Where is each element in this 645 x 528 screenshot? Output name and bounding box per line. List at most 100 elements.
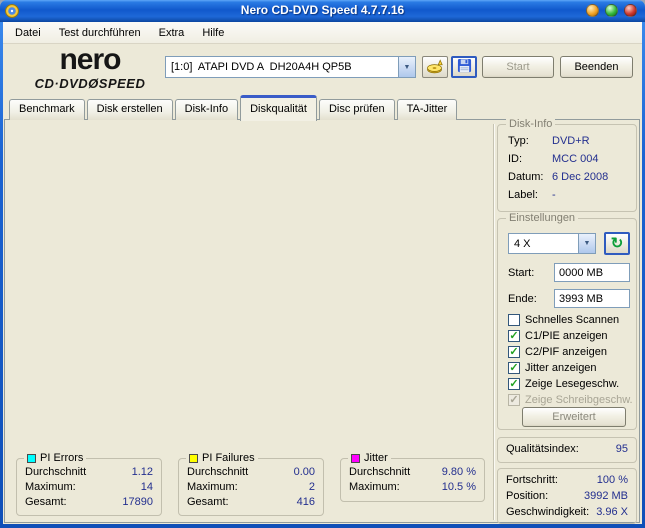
disk-type-label: Typ:	[508, 135, 529, 147]
nero-logo-wordmark: nero	[59, 43, 121, 76]
minimize-button[interactable]	[586, 4, 599, 17]
settings-title: Einstellungen	[506, 212, 579, 224]
stat-label: Gesamt:	[25, 496, 67, 508]
nero-logo: nero CD·DVDØSPEED	[15, 43, 165, 91]
speed-select[interactable]: 4 X ▼	[508, 233, 596, 254]
quality-index-box: Qualitätsindex: 95	[497, 437, 637, 463]
drive-select-value: [1:0] ATAPI DVD A DH20A4H QP5B	[171, 61, 352, 73]
menu-datei[interactable]: Datei	[6, 24, 50, 42]
tab-ta-jitter[interactable]: TA-Jitter	[396, 99, 458, 120]
chevron-down-icon[interactable]: ▼	[398, 57, 415, 77]
tab-strip: Benchmark Disk erstellen Disk-Info Diskq…	[9, 94, 459, 121]
stat-label: Maximum:	[187, 481, 238, 493]
stat-value: 9.80 %	[441, 466, 476, 478]
disk-date-value: 6 Dec 2008	[552, 171, 609, 183]
disk-label-value: -	[552, 189, 556, 201]
disk-id-value: MCC 004	[552, 153, 599, 165]
checkbox-box: ✓	[508, 378, 520, 390]
stat-label: Maximum:	[349, 481, 400, 493]
tab-diskqualitaet[interactable]: Diskqualität	[240, 95, 317, 121]
stat-value: 1.12	[131, 466, 153, 478]
menu-test-durchfuehren[interactable]: Test durchführen	[50, 24, 150, 42]
tab-disk-erstellen[interactable]: Disk erstellen	[86, 99, 173, 120]
tab-disc-pruefen[interactable]: Disc prüfen	[318, 99, 395, 120]
end-position-input[interactable]	[554, 289, 630, 308]
advanced-button[interactable]: Erweitert	[522, 407, 626, 427]
start-button[interactable]: Start	[482, 56, 554, 78]
stat-value: 17890	[122, 496, 153, 508]
settings-group: Einstellungen 4 X ▼ ↻ Start: Ende: Schne…	[497, 212, 637, 430]
maximize-button[interactable]	[605, 4, 618, 17]
quality-index-label: Qualitätsindex:	[506, 443, 579, 455]
stat-value: 10.5 %	[441, 481, 476, 493]
checkbox-c2-pif-anzeigen[interactable]: ✓ C2/PIF anzeigen	[508, 345, 607, 359]
disc-speed-icon: Ø	[88, 76, 99, 91]
jitter-stats-box: Jitter Durchschnitt 9.80 % Maximum: 10.5 %	[340, 452, 485, 502]
menu-hilfe[interactable]: Hilfe	[193, 24, 233, 42]
position-label: Position:	[506, 490, 549, 502]
stat-label: Durchschnitt	[349, 466, 411, 478]
quit-button[interactable]: Beenden	[560, 56, 633, 78]
close-button[interactable]	[624, 4, 637, 17]
start-position-input[interactable]	[554, 263, 630, 282]
speed-label: Geschwindigkeit:	[506, 506, 590, 518]
checkbox-box: ✓	[508, 330, 520, 342]
drive-select[interactable]: [1:0] ATAPI DVD A DH20A4H QP5B ▼	[165, 56, 416, 78]
disk-id-label: ID:	[508, 153, 523, 165]
stat-label: Durchschnitt	[25, 466, 87, 478]
disk-info-title: Disk-Info	[506, 118, 556, 130]
menu-extra[interactable]: Extra	[150, 24, 194, 42]
menu-bar: Datei Test durchführen Extra Hilfe	[3, 22, 642, 44]
start-position-label: Start:	[508, 267, 535, 279]
stat-value: 0.00	[293, 466, 315, 478]
checkbox-schnelles-scannen[interactable]: Schnelles Scannen	[508, 313, 619, 327]
speed-value: 3.96 X	[596, 506, 628, 518]
nero-logo-subtitle: CD·DVDØSPEED	[34, 76, 146, 91]
app-window: Nero CD-DVD Speed 4.7.7.16 Datei Test du…	[0, 0, 645, 528]
pi-failures-stats-title: PI Failures	[202, 452, 255, 464]
checkbox-c1-pie-anzeigen[interactable]: ✓ C1/PIE anzeigen	[508, 329, 608, 343]
stat-label: Gesamt:	[187, 496, 229, 508]
checkbox-box: ✓	[508, 362, 520, 374]
disk-info-group: Disk-Info Typ: DVD+R ID: MCC 004 Datum: 6 D…	[497, 118, 637, 212]
progress-box: Fortschritt: 100 % Position: 3992 MB Gesch…	[497, 468, 637, 524]
checkbox-box: ✓	[508, 394, 520, 406]
pi-errors-stats-title: PI Errors	[40, 452, 84, 464]
save-button[interactable]	[451, 56, 477, 78]
stat-value: 416	[296, 496, 315, 508]
checkbox-jitter-anzeigen[interactable]: ✓ Jitter anzeigen	[508, 361, 597, 375]
refresh-button[interactable]: ↻	[604, 232, 630, 255]
stat-label: Maximum:	[25, 481, 76, 493]
title-bar[interactable]: Nero CD-DVD Speed 4.7.7.16	[0, 0, 645, 22]
jitter-stats-title: Jitter	[364, 452, 388, 464]
chevron-down-icon[interactable]: ▼	[578, 234, 595, 253]
checkbox-zeige-lesegeschw[interactable]: ✓ Zeige Lesegeschw.	[508, 377, 619, 391]
checkbox-zeige-schreibgeschw: ✓ Zeige Schreibgeschw.	[508, 394, 633, 406]
eject-disc-icon	[426, 58, 444, 77]
panel-separator	[493, 124, 495, 520]
stat-label: Durchschnitt	[187, 466, 249, 478]
disk-date-label: Datum:	[508, 171, 544, 183]
stat-value: 2	[308, 481, 315, 493]
quality-index-value: 95	[615, 443, 628, 455]
checkbox-box	[508, 314, 520, 326]
progress-label: Fortschritt:	[506, 474, 558, 486]
disk-type-value: DVD+R	[552, 135, 590, 147]
pi-errors-stats-box: PI Errors Durchschnitt 1.12 Maximum: 14 Ge…	[16, 452, 162, 516]
tab-disk-info[interactable]: Disk-Info	[174, 99, 239, 120]
refresh-icon: ↻	[610, 234, 624, 252]
pi-errors-legend-swatch	[27, 453, 36, 463]
checkbox-box: ✓	[508, 346, 520, 358]
speed-select-value: 4 X	[514, 237, 531, 250]
position-value: 3992 MB	[583, 490, 628, 502]
tab-benchmark[interactable]: Benchmark	[9, 99, 85, 120]
client-area: Datei Test durchführen Extra Hilfe nero …	[3, 22, 642, 524]
end-position-label: Ende:	[508, 293, 537, 305]
save-icon	[457, 58, 472, 76]
disk-label-label: Label:	[508, 189, 538, 201]
progress-value: 100 %	[596, 474, 628, 486]
jitter-legend-swatch	[351, 453, 360, 463]
eject-disc-button[interactable]	[422, 56, 448, 78]
pi-failures-stats-box: PI Failures Durchschnitt 0.00 Maximum: 2 G…	[178, 452, 324, 516]
pi-failures-legend-swatch	[189, 453, 198, 463]
